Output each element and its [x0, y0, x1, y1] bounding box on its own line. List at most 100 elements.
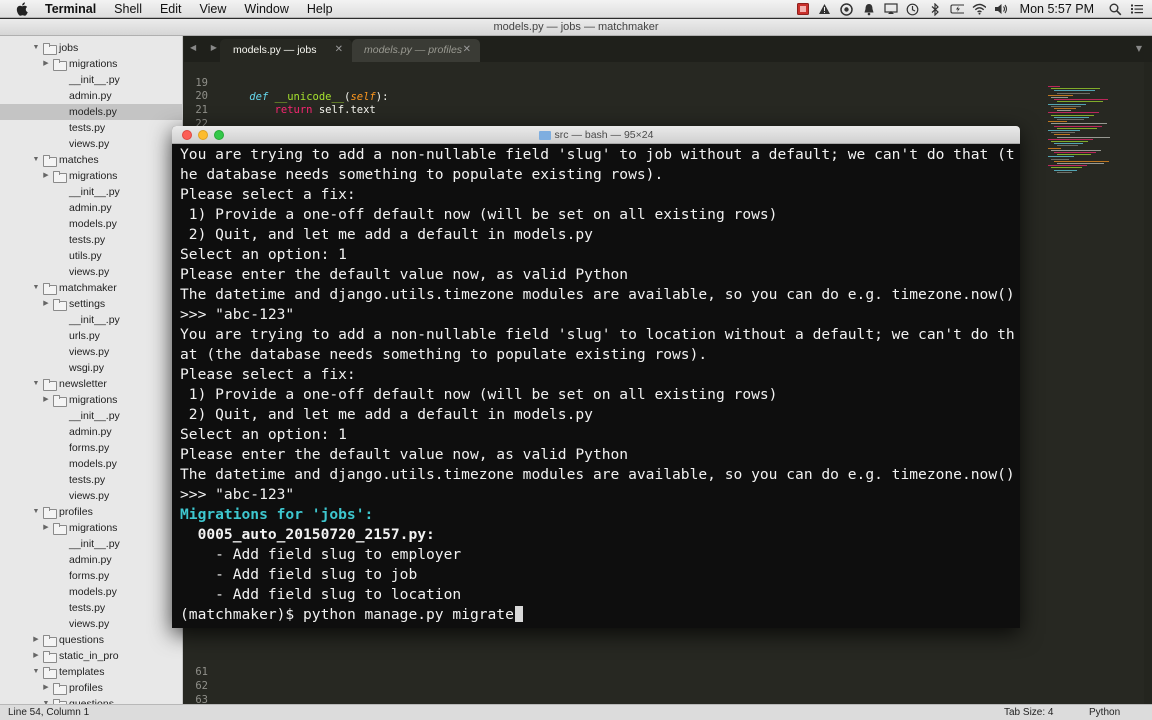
sidebar-file[interactable]: admin.py [0, 200, 182, 216]
sidebar-file[interactable]: forms.py [0, 440, 182, 456]
tab-models-profiles[interactable]: models.py — profiles ✕ [352, 39, 480, 62]
sidebar-folder[interactable]: ▼ templates [0, 664, 182, 680]
disclosure-open-icon[interactable]: ▼ [32, 504, 40, 520]
display-icon[interactable] [884, 2, 898, 16]
sidebar-folder[interactable]: ▶ migrations [0, 168, 182, 184]
tab-close-icon[interactable]: ✕ [463, 39, 471, 61]
sidebar-file[interactable]: tests.py [0, 600, 182, 616]
sidebar-folder[interactable]: ▶ static_in_pro [0, 648, 182, 664]
sidebar-file[interactable]: urls.py [0, 328, 182, 344]
menu-help[interactable]: Help [298, 0, 342, 18]
sidebar-folder[interactable]: ▼ matches [0, 152, 182, 168]
sidebar-file[interactable]: __init__.py [0, 312, 182, 328]
syntax-selector[interactable]: Python [1089, 705, 1120, 720]
menu-window[interactable]: Window [235, 0, 297, 18]
terminal-titlebar[interactable]: src — bash — 95×24 [172, 126, 1020, 144]
sidebar-file[interactable]: __init__.py [0, 184, 182, 200]
volume-icon[interactable] [994, 2, 1008, 16]
close-window-button[interactable] [182, 130, 192, 140]
tab-size-selector[interactable]: Tab Size: 4 [1004, 705, 1053, 720]
tab-close-icon[interactable]: ✕ [335, 39, 343, 61]
warning-icon[interactable] [818, 2, 832, 16]
tab-dropdown-icon[interactable]: ▼ [1136, 44, 1142, 53]
sidebar-file[interactable]: views.py [0, 488, 182, 504]
sidebar-file[interactable]: views.py [0, 136, 182, 152]
disclosure-closed-icon[interactable]: ▶ [42, 680, 50, 696]
terminal-prompt-line[interactable]: (matchmaker)$ python manage.py migrate [180, 605, 1016, 625]
time-machine-icon[interactable] [906, 2, 920, 16]
disclosure-closed-icon[interactable]: ▶ [42, 296, 50, 312]
notification-center-icon[interactable] [1130, 2, 1144, 16]
sidebar-file[interactable]: __init__.py [0, 536, 182, 552]
disclosure-closed-icon[interactable]: ▶ [42, 168, 50, 184]
apple-icon[interactable] [15, 1, 29, 16]
menu-shell[interactable]: Shell [105, 0, 151, 18]
sidebar-file[interactable]: models.py [0, 456, 182, 472]
sidebar-file[interactable]: admin.py [0, 88, 182, 104]
sidebar-file[interactable]: utils.py [0, 248, 182, 264]
sidebar-folder[interactable]: ▶ profiles [0, 680, 182, 696]
terminal-lines: You are trying to add a non-nullable fie… [180, 145, 1016, 605]
disclosure-open-icon[interactable]: ▼ [42, 696, 50, 704]
minimize-window-button[interactable] [198, 130, 208, 140]
disclosure-closed-icon[interactable]: ▶ [42, 520, 50, 536]
folder-icon [43, 155, 57, 167]
sidebar-file[interactable]: views.py [0, 344, 182, 360]
sidebar-file[interactable]: tests.py [0, 232, 182, 248]
minimap-line [1048, 112, 1099, 114]
minimap[interactable] [1044, 62, 1144, 182]
sidebar-file[interactable]: tests.py [0, 472, 182, 488]
disclosure-closed-icon[interactable]: ▶ [32, 632, 40, 648]
sidebar-file[interactable]: models.py [0, 584, 182, 600]
sidebar-folder[interactable]: ▼ jobs [0, 40, 182, 56]
battery-icon[interactable] [950, 2, 964, 16]
disclosure-open-icon[interactable]: ▼ [32, 376, 40, 392]
sidebar-file[interactable]: admin.py [0, 552, 182, 568]
disclosure-closed-icon[interactable]: ▶ [42, 56, 50, 72]
sidebar-file[interactable]: __init__.py [0, 72, 182, 88]
folder-icon [43, 43, 57, 55]
sidebar-folder[interactable]: ▼ profiles [0, 504, 182, 520]
bluetooth-icon[interactable] [928, 2, 942, 16]
sidebar-file[interactable]: admin.py [0, 424, 182, 440]
disclosure-open-icon[interactable]: ▼ [32, 280, 40, 296]
tab-nav-arrows-icon[interactable]: ◀ ▶ [190, 43, 223, 52]
sidebar-folder[interactable]: ▼ matchmaker [0, 280, 182, 296]
bell-icon[interactable] [862, 2, 876, 16]
tab-models-jobs[interactable]: models.py — jobs ✕ [220, 39, 352, 62]
sidebar-file[interactable]: __init__.py [0, 408, 182, 424]
menu-app-name[interactable]: Terminal [39, 0, 105, 18]
sidebar-folder[interactable]: ▶ migrations [0, 392, 182, 408]
sidebar-folder[interactable]: ▼ newsletter [0, 376, 182, 392]
disclosure-closed-icon[interactable]: ▶ [32, 648, 40, 664]
menu-edit[interactable]: Edit [151, 0, 191, 18]
wifi-icon[interactable] [972, 2, 986, 16]
sidebar-folder[interactable]: ▶ migrations [0, 56, 182, 72]
disclosure-open-icon[interactable]: ▼ [32, 664, 40, 680]
terminal-output[interactable]: You are trying to add a non-nullable fie… [180, 145, 1016, 625]
sidebar-folder[interactable]: ▶ settings [0, 296, 182, 312]
zoom-window-button[interactable] [214, 130, 224, 140]
shell-command[interactable]: python manage.py migrate [303, 606, 514, 623]
search-icon[interactable] [1108, 2, 1122, 16]
sidebar-file[interactable]: forms.py [0, 568, 182, 584]
disclosure-open-icon[interactable]: ▼ [32, 152, 40, 168]
menubar-clock[interactable]: Mon 5:57 PM [1020, 2, 1094, 16]
sidebar-file[interactable]: views.py [0, 616, 182, 632]
terminal-window[interactable]: src — bash — 95×24 You are trying to add… [172, 126, 1020, 628]
sidebar-file[interactable]: models.py [0, 216, 182, 232]
sync-icon[interactable] [840, 2, 854, 16]
sidebar-folder[interactable]: ▶ questions [0, 632, 182, 648]
sidebar-item-label: models.py [69, 106, 117, 118]
disclosure-open-icon[interactable]: ▼ [32, 40, 40, 56]
sidebar-file[interactable]: tests.py [0, 120, 182, 136]
sidebar-file[interactable]: wsgi.py [0, 360, 182, 376]
menu-view[interactable]: View [191, 0, 236, 18]
sidebar-folder[interactable]: ▼ questions [0, 696, 182, 704]
app-red-icon[interactable] [796, 2, 810, 16]
sidebar-file[interactable]: views.py [0, 264, 182, 280]
editor-scrollbar[interactable] [1144, 62, 1152, 704]
sidebar-file[interactable]: models.py [0, 104, 182, 120]
disclosure-closed-icon[interactable]: ▶ [42, 392, 50, 408]
sidebar-folder[interactable]: ▶ migrations [0, 520, 182, 536]
